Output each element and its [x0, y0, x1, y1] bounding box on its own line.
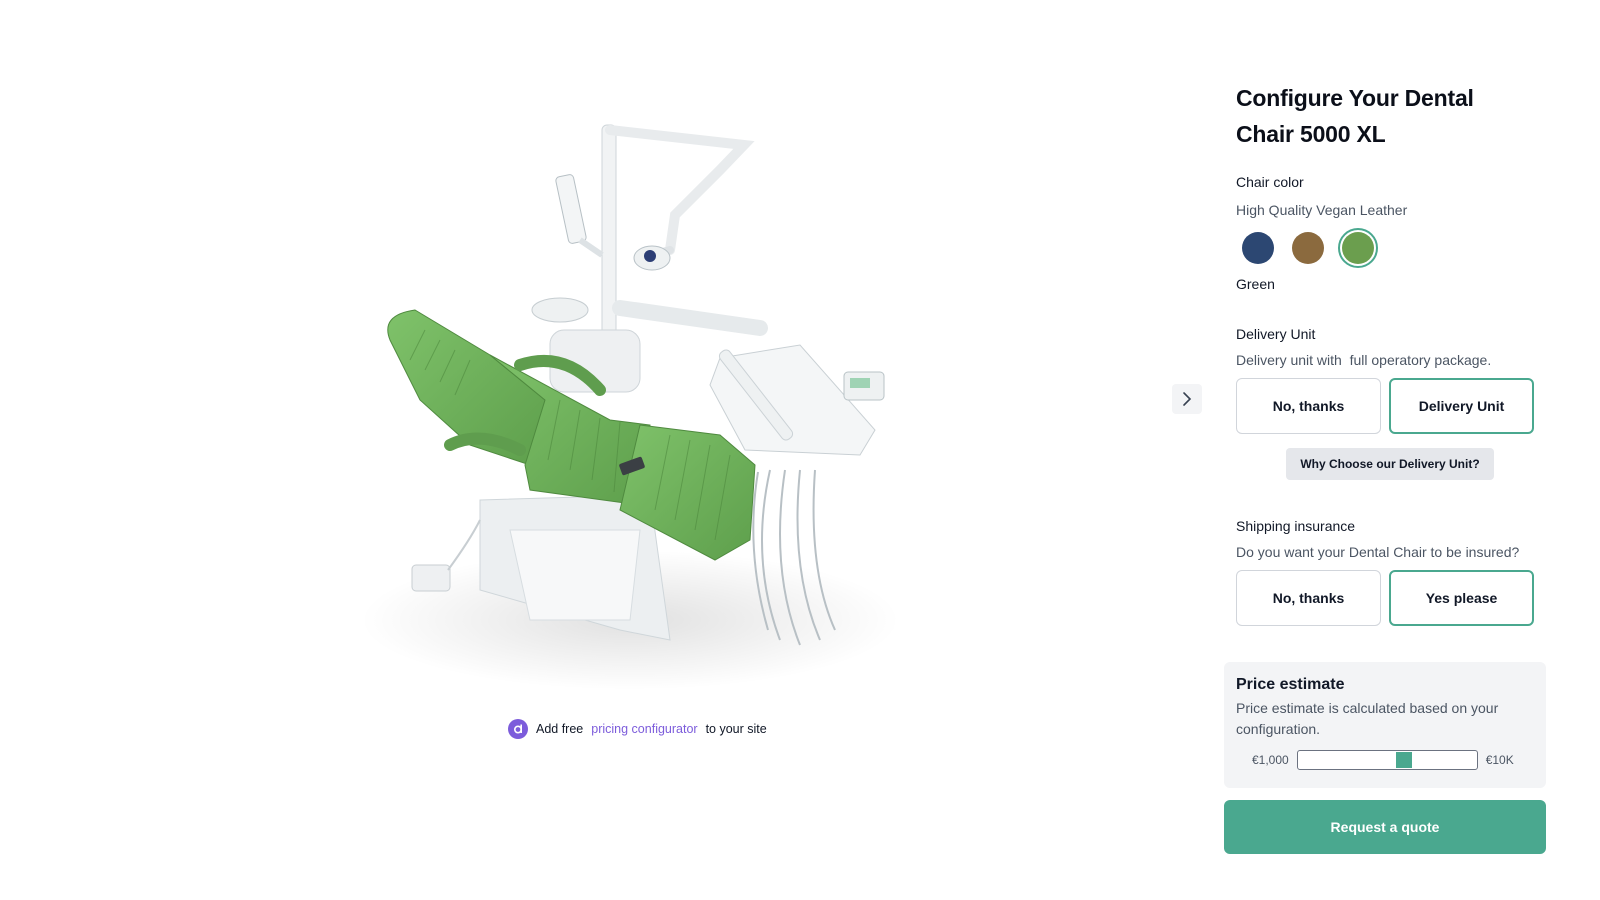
promo-link[interactable]: pricing configurator — [591, 722, 697, 736]
product-viewer: Add free pricing configurator to your si… — [0, 0, 1202, 900]
chair-color-label: Chair color — [1236, 174, 1304, 190]
swatch-dot — [1342, 232, 1374, 264]
price-estimate-box: Price estimate Price estimate is calcula… — [1224, 662, 1546, 788]
dental-chair-image — [360, 124, 900, 690]
swatch-green[interactable] — [1338, 228, 1378, 268]
promo-prefix: Add free — [536, 722, 584, 736]
swatch-dot — [1292, 232, 1324, 264]
delivery-unit-label: Delivery Unit — [1236, 326, 1316, 342]
price-min-label: €1,000 — [1252, 753, 1289, 767]
chair-color-description: High Quality Vegan Leather — [1236, 202, 1408, 218]
insurance-yes-button[interactable]: Yes please — [1389, 570, 1534, 626]
price-range-marker — [1395, 752, 1412, 768]
chevron-right-icon — [1183, 392, 1192, 406]
next-image-button[interactable] — [1172, 384, 1202, 414]
price-range-track — [1296, 750, 1478, 770]
delivery-unit-no-button[interactable]: No, thanks — [1236, 378, 1381, 434]
swatch-dot — [1242, 232, 1274, 264]
page-title: Configure Your Dental Chair 5000 XL — [1236, 85, 1474, 147]
shipping-insurance-options: No, thanks Yes please — [1236, 570, 1544, 626]
price-estimate-title: Price estimate — [1236, 676, 1345, 693]
delivery-unit-options: No, thanks Delivery Unit — [1236, 378, 1544, 434]
config-panel: Configure Your Dental Chair 5000 XL Chai… — [1236, 80, 1544, 626]
promo-banner: Add free pricing configurator to your si… — [508, 719, 767, 739]
why-delivery-unit-button[interactable]: Why Choose our Delivery Unit? — [1286, 448, 1494, 480]
promo-suffix: to your site — [705, 722, 767, 736]
shipping-insurance-description: Do you want your Dental Chair to be insu… — [1236, 544, 1520, 560]
delivery-unit-yes-button[interactable]: Delivery Unit — [1389, 378, 1534, 434]
price-max-label: €10K — [1485, 753, 1514, 767]
insurance-no-button[interactable]: No, thanks — [1236, 570, 1381, 626]
swatch-brown[interactable] — [1288, 228, 1328, 268]
request-quote-button[interactable]: Request a quote — [1224, 800, 1546, 854]
selected-color-name: Green — [1236, 276, 1275, 292]
delivery-unit-description: Delivery unit with full operatory packag… — [1236, 352, 1492, 368]
price-estimate-description: Price estimate is calculated based on yo… — [1236, 700, 1499, 737]
shipping-insurance-label: Shipping insurance — [1236, 518, 1356, 534]
price-range: €1,000 €10K — [1252, 750, 1534, 770]
swatch-navy[interactable] — [1238, 228, 1278, 268]
configurator-logo-icon — [508, 719, 528, 739]
color-swatches — [1238, 228, 1544, 268]
